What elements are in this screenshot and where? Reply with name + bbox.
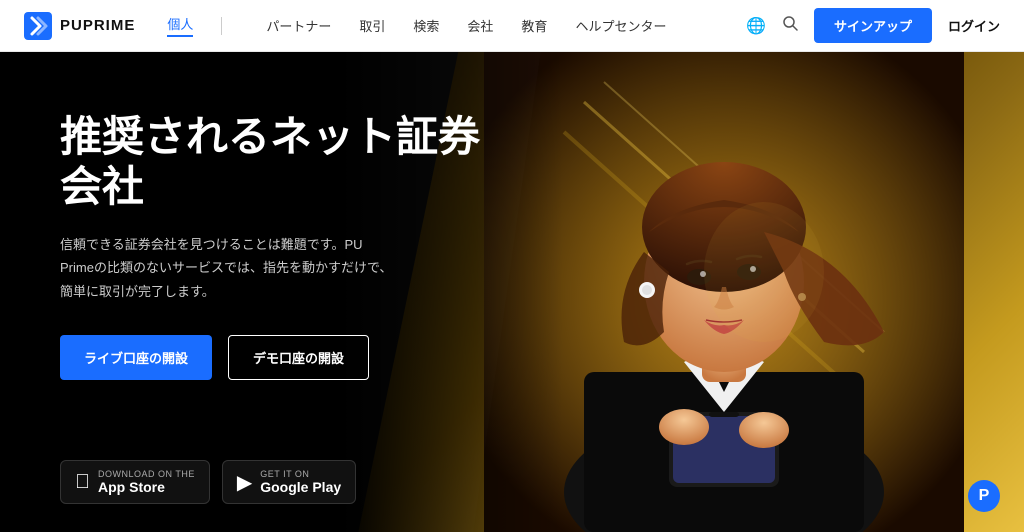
nav-item-kojin[interactable]: 個人 (167, 14, 193, 37)
hero-buttons: ライブ口座の開設 デモ口座の開設 (60, 335, 480, 380)
nav-item-help[interactable]: ヘルプセンター (575, 16, 666, 35)
googleplay-badge[interactable]: ▶ GET IT ON Google Play (222, 460, 356, 504)
appstore-small-text: Download on the (98, 469, 195, 479)
googleplay-main-text: Google Play (260, 479, 341, 495)
nav-item-torihiki[interactable]: 取引 (359, 16, 385, 35)
globe-icon[interactable]: 🌐 (746, 16, 766, 36)
nav-divider (221, 17, 222, 35)
app-badges:  Download on the App Store ▶ GET IT ON … (60, 460, 356, 504)
appstore-main-text: App Store (98, 479, 195, 495)
logo-icon (24, 12, 52, 40)
hero-content: 推奨されるネット証券会社 信頼できる証券会社を見つけることは難題です。PU Pr… (60, 112, 480, 440)
main-nav: 個人 パートナー 取引 検索 会社 教育 ヘルプセンター (167, 14, 746, 37)
header-right: 🌐 サインアップ ログイン (746, 8, 1000, 43)
hero-title: 推奨されるネット証券会社 (60, 112, 480, 213)
apple-icon:  (75, 471, 90, 494)
appstore-text: Download on the App Store (98, 469, 195, 495)
appstore-badge[interactable]:  Download on the App Store (60, 460, 210, 504)
googleplay-text: GET IT ON Google Play (260, 469, 341, 495)
signup-button[interactable]: サインアップ (814, 8, 932, 43)
googleplay-small-text: GET IT ON (260, 469, 341, 479)
hero-section: 推奨されるネット証券会社 信頼できる証券会社を見つけることは難題です。PU Pr… (0, 52, 1024, 532)
search-icon[interactable] (782, 15, 798, 36)
logo-text: PUPRIME (60, 17, 135, 34)
login-button[interactable]: ログイン (948, 16, 1000, 35)
nav-item-kyoiku[interactable]: 教育 (521, 16, 547, 35)
googleplay-icon: ▶ (237, 470, 252, 495)
live-account-button[interactable]: ライブ口座の開設 (60, 335, 212, 380)
hero-subtitle: 信頼できる証券会社を見つけることは難題です。PU Primeの比類のないサービス… (60, 233, 400, 303)
demo-account-button[interactable]: デモ口座の開設 (228, 335, 369, 380)
nav-item-kensaku[interactable]: 検索 (413, 16, 439, 35)
puprime-watermark: P (968, 480, 1000, 512)
logo-area[interactable]: PUPRIME (24, 12, 135, 40)
nav-item-kaisha[interactable]: 会社 (467, 16, 493, 35)
nav-item-partner[interactable]: パートナー (266, 16, 331, 35)
header: PUPRIME 個人 パートナー 取引 検索 会社 教育 ヘルプセンター 🌐 サ… (0, 0, 1024, 52)
watermark-letter: P (979, 487, 990, 505)
